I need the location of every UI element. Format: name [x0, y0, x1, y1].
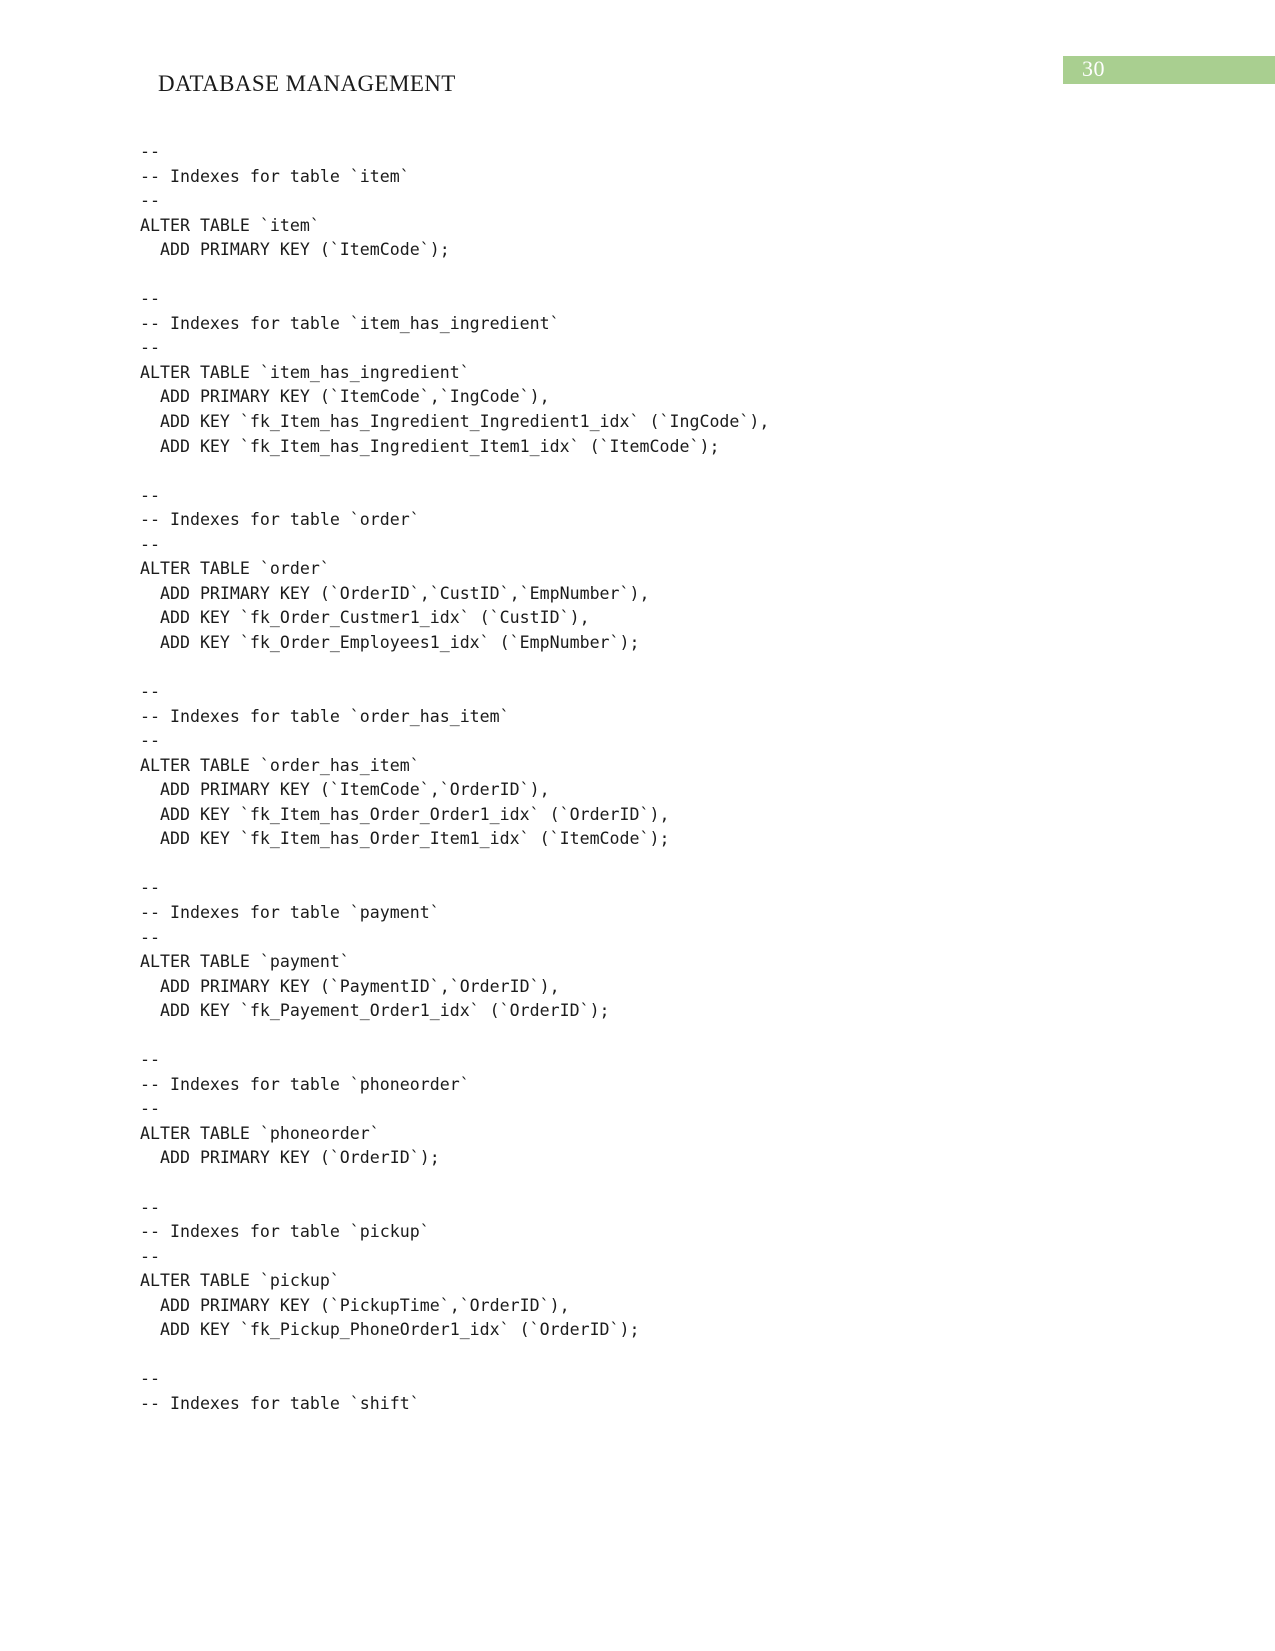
code-line: ADD PRIMARY KEY (`PaymentID`,`OrderID`), [140, 976, 560, 996]
code-line: -- [140, 1050, 160, 1070]
code-line: ADD PRIMARY KEY (`OrderID`); [140, 1148, 440, 1168]
code-line: -- Indexes for table `shift` [140, 1393, 420, 1413]
page-number: 30 [1082, 56, 1105, 81]
code-line: ADD KEY `fk_Order_Custmer1_idx` (`CustID… [140, 608, 590, 628]
code-line: -- [140, 289, 160, 309]
code-line: -- [140, 927, 160, 947]
code-line: -- [140, 1246, 160, 1266]
code-line: -- [140, 1099, 160, 1119]
code-line: ADD PRIMARY KEY (`ItemCode`,`OrderID`), [140, 780, 550, 800]
code-line: ADD PRIMARY KEY (`PickupTime`,`OrderID`)… [140, 1295, 570, 1315]
code-line: -- [140, 534, 160, 554]
code-line: -- [140, 1197, 160, 1217]
code-line: ALTER TABLE `item` [140, 215, 320, 235]
code-line: ADD PRIMARY KEY (`ItemCode`,`IngCode`), [140, 387, 550, 407]
code-line: -- [140, 191, 160, 211]
code-line: ALTER TABLE `pickup` [140, 1271, 340, 1291]
page-header-title: DATABASE MANAGEMENT [158, 71, 456, 96]
code-line: ALTER TABLE `order` [140, 559, 330, 579]
code-line: ADD KEY `fk_Pickup_PhoneOrder1_idx` (`Or… [140, 1320, 640, 1340]
code-line: ADD KEY `fk_Item_has_Order_Order1_idx` (… [140, 804, 670, 824]
code-line: -- Indexes for table `payment` [140, 902, 440, 922]
code-line: -- Indexes for table `phoneorder` [140, 1074, 470, 1094]
code-line: ALTER TABLE `payment` [140, 952, 350, 972]
code-line: ADD PRIMARY KEY (`ItemCode`); [140, 240, 450, 260]
page-number-banner: 30 [1063, 56, 1275, 84]
code-line: -- Indexes for table `order_has_item` [140, 706, 510, 726]
code-line: -- Indexes for table `item_has_ingredien… [140, 313, 560, 333]
code-line: -- [140, 142, 160, 161]
code-line: ADD KEY `fk_Order_Employees1_idx` (`EmpN… [140, 632, 640, 652]
code-line: -- [140, 338, 160, 358]
code-line: ADD KEY `fk_Item_has_Ingredient_Ingredie… [140, 412, 770, 432]
code-line: ADD KEY `fk_Item_has_Order_Item1_idx` (`… [140, 829, 670, 849]
code-line: ALTER TABLE `item_has_ingredient` [140, 362, 470, 382]
code-line: -- Indexes for table `order` [140, 510, 420, 530]
code-line: -- Indexes for table `item` [140, 166, 410, 186]
code-line: ALTER TABLE `phoneorder` [140, 1123, 380, 1143]
code-line: -- [140, 682, 160, 702]
code-line: ADD KEY `fk_Payement_Order1_idx` (`Order… [140, 1001, 610, 1021]
code-line: -- [140, 878, 160, 898]
code-line: -- [140, 1369, 160, 1389]
document-page: DATABASE MANAGEMENT 30 -- -- Indexes for … [0, 0, 1275, 1651]
code-line: -- [140, 731, 160, 751]
code-line: -- Indexes for table `pickup` [140, 1222, 430, 1242]
code-line: ALTER TABLE `order_has_item` [140, 755, 420, 775]
code-line: ADD KEY `fk_Item_has_Ingredient_Item1_id… [140, 436, 720, 456]
code-line: ADD PRIMARY KEY (`OrderID`,`CustID`,`Emp… [140, 583, 650, 603]
code-line: -- [140, 485, 160, 505]
sql-code-block: -- -- Indexes for table `item` -- ALTER TAB… [140, 140, 1140, 1416]
